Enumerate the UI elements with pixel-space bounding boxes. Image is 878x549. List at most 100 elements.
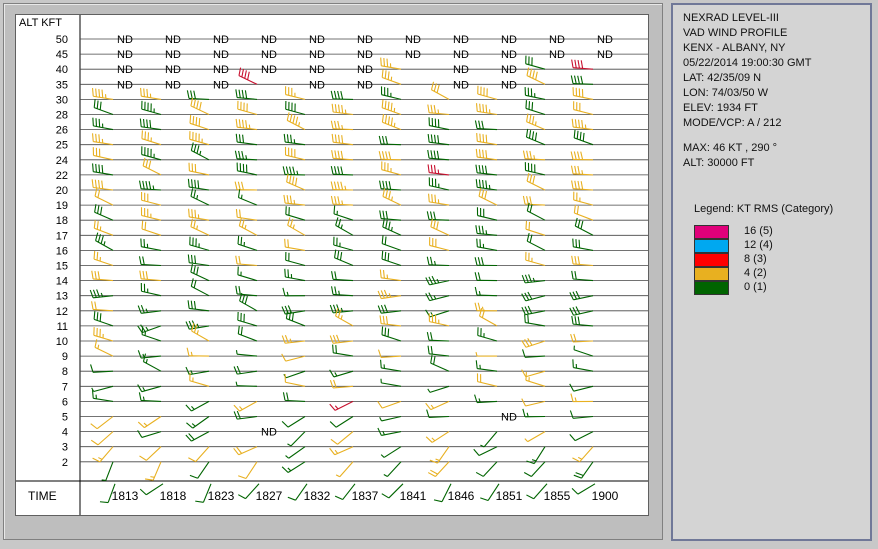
wind-barb-feather [96,312,99,321]
wind-barb-feather [296,170,299,175]
wind-barb-staff [525,400,546,407]
wind-barb-feather [525,220,528,230]
wind-barb-feather [289,175,292,184]
wind-barb-feather [90,439,99,446]
wind-barb-feather [237,181,241,190]
wind-barb-feather [141,326,144,335]
wind-barb-feather [580,220,584,230]
wind-barb-feather [481,120,484,130]
wind-barb-feather [199,101,202,111]
wind-barb-feather [573,204,576,214]
wind-barb-feather [99,501,109,504]
wind-barb-feather [572,457,581,463]
wind-barb-feather [137,350,142,359]
wind-barb-feather [570,393,574,402]
wind-barb-feather [145,159,149,168]
wind-barb-feather [533,155,536,160]
wind-barb-feather [187,178,190,188]
wind-barb-feather [571,59,574,68]
wind-barb-feather [532,277,536,282]
wind-barb-feather [281,420,289,428]
wind-barb-feather [333,120,337,130]
wind-barb-feather [485,150,488,159]
wind-barb-staff [285,370,306,379]
wind-barb-feather [286,195,289,204]
wind-barb-feather [186,422,194,429]
wind-barb-feather [238,89,241,98]
wind-barb-feather [98,457,103,460]
max-wind-altitude: ALT: 30000 FT [683,157,755,169]
wind-barb-feather [482,179,485,189]
wind-barb-feather [282,392,286,401]
wind-barb-feather [194,255,197,264]
wind-barb-feather [474,120,478,129]
altitude-tick-label: 10 [56,336,68,348]
wind-barb-staff [337,431,354,445]
wind-barb-feather [95,163,97,173]
wind-barb-feather [433,150,436,159]
wind-barb-feather [575,239,578,248]
timestamp: 05/22/2014 19:00:30 GMT [683,57,812,69]
wind-barb-feather [382,269,385,279]
wind-barb-feather [433,165,437,174]
nd-marker: ND [213,64,229,76]
wind-barb-feather [577,316,580,325]
wind-barb-feather [145,180,148,190]
wind-barb-feather [426,211,430,220]
mode-vcp: MODE/VCP: A / 212 [683,117,782,129]
altitude-tick-label: 4 [62,427,68,439]
wind-barb-feather [485,180,488,189]
wind-barb-staff [93,385,114,393]
time-tick-label: 1837 [352,489,379,503]
wind-barb-feather [335,217,339,226]
wind-barb-feather [383,289,389,298]
wind-barb-feather [146,119,149,128]
nd-marker: ND [309,64,325,76]
wind-barb-feather [338,290,340,295]
wind-barb-feather [142,157,146,167]
wind-barb-feather [334,196,337,205]
wind-barb-feather [527,305,533,314]
wind-barb-feather [144,131,147,140]
wind-barb-feather [98,89,101,98]
wind-barb-feather [434,260,436,266]
wind-barb-feather [195,500,204,503]
wind-barb-feather [582,132,585,142]
wind-barb-feather [571,118,574,128]
info-panel: NEXRAD LEVEL-III VAD WIND PROFILE KENX -… [671,3,872,541]
wind-barb-feather [143,88,145,97]
wind-barb-feather [233,404,240,412]
wind-barb-staff [381,415,402,422]
wind-barb-feather [240,194,243,199]
wind-barb-staff [525,370,546,378]
wind-barb-feather [234,150,238,159]
wind-barb-feather [571,255,574,265]
time-tick-label: 1827 [256,489,283,503]
wind-barb-feather [388,181,392,190]
wind-barb-feather [235,381,238,386]
wind-barb-staff [429,385,450,393]
wind-barb-feather [574,397,577,402]
wind-barb-feather [474,286,478,296]
wind-barb-feather [390,226,393,232]
wind-barb-feather [281,335,286,344]
wind-barb-feather [526,67,530,76]
wind-barb-feather [337,150,340,159]
wind-barb-staff [245,461,258,479]
nd-marker: ND [501,34,517,46]
wind-barb-feather [241,150,244,160]
wind-barb-feather [334,372,338,377]
wind-barb-feather [430,404,435,409]
wind-barb-feather [96,221,99,230]
wind-barb-feather [569,292,574,301]
wind-barb-feather [285,455,290,459]
wind-barb-feather [528,130,532,139]
altitude-tick-label: 17 [56,230,68,242]
wind-barb-feather [185,321,190,330]
wind-barb-feather [378,151,382,160]
wind-barb-feather [428,193,430,202]
wind-barb-feather [291,312,294,321]
wind-barb-staff [285,355,306,362]
nd-marker: ND [165,64,181,76]
longitude: LON: 74/03/50 W [683,87,768,99]
